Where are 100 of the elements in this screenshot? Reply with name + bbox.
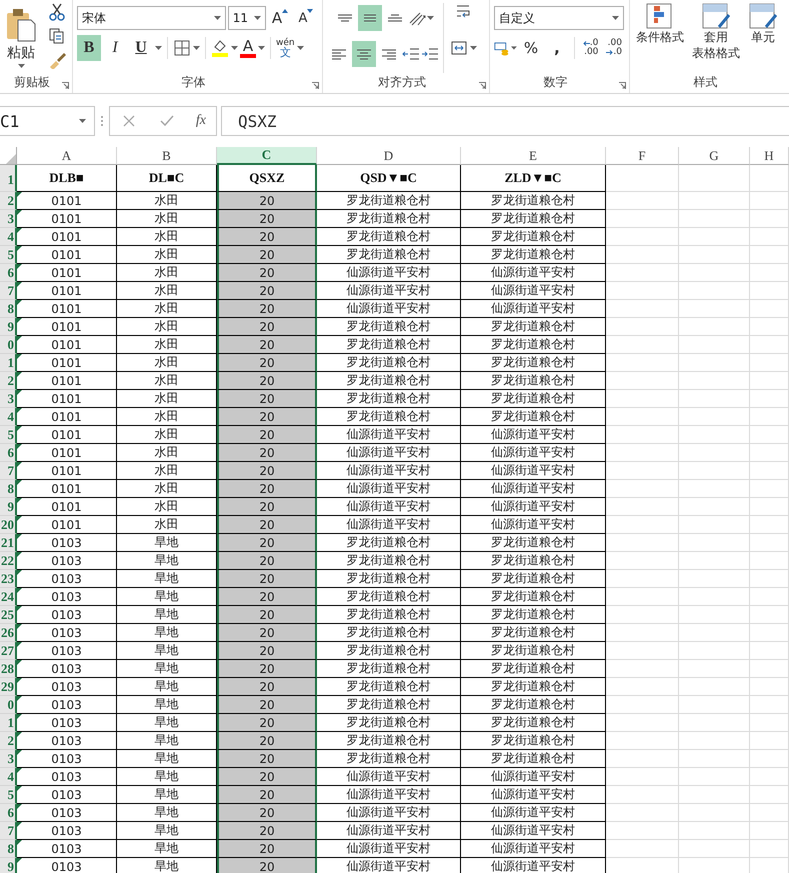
row-header[interactable]: 7 — [0, 462, 17, 480]
column-header[interactable]: C — [217, 147, 317, 165]
italic-button[interactable]: I — [103, 35, 127, 61]
paste-button[interactable]: 粘贴 — [4, 3, 38, 73]
table-cell: 20 — [217, 750, 317, 768]
vertical-align-button[interactable] — [358, 5, 382, 31]
row-header[interactable]: 6 — [0, 264, 17, 282]
bold-button[interactable]: B — [77, 35, 101, 61]
column-header[interactable]: B — [117, 147, 217, 165]
table-cell: 20 — [217, 642, 317, 660]
row-header[interactable]: 2 — [0, 372, 17, 390]
row-header[interactable]: 4 — [0, 408, 17, 426]
row-header[interactable]: 20 — [0, 516, 17, 534]
row-header[interactable]: 23 — [0, 570, 17, 588]
table-cell: 20 — [217, 516, 317, 534]
column-header[interactable]: A — [17, 147, 117, 165]
row-header[interactable]: 25 — [0, 606, 17, 624]
row-header[interactable]: 24 — [0, 588, 17, 606]
name-box[interactable]: C1 — [0, 106, 95, 136]
insert-function-button[interactable]: fx — [196, 113, 206, 129]
table-cell: 0101 — [17, 372, 117, 390]
row-header[interactable]: 3 — [0, 390, 17, 408]
underline-button[interactable]: U — [129, 35, 153, 61]
row-header[interactable]: 1 — [0, 714, 17, 732]
font-size-field[interactable]: 11 — [228, 6, 266, 30]
row-header[interactable]: 6 — [0, 444, 17, 462]
dialog-launcher-icon[interactable] — [312, 82, 319, 89]
table-cell: 20 — [217, 354, 317, 372]
row-header[interactable]: 27 — [0, 642, 17, 660]
row-header[interactable]: 21 — [0, 534, 17, 552]
increase-decimal-button[interactable]: .0 .00 — [580, 39, 602, 57]
table-cell: 罗龙街道粮仓村 — [461, 696, 606, 714]
table-format-button[interactable]: 套用 表格格式 — [690, 3, 742, 73]
row-header[interactable]: 3 — [0, 210, 17, 228]
phonetic-guide-button[interactable]: wén 文 — [276, 38, 295, 58]
column-header[interactable]: E — [461, 147, 606, 165]
shrink-font-button[interactable]: A — [294, 5, 318, 31]
table-cell: 0101 — [17, 354, 117, 372]
font-color-button[interactable]: A — [240, 38, 256, 58]
row-header[interactable]: 8 — [0, 840, 17, 858]
table-cell: 20 — [217, 264, 317, 282]
row-header[interactable]: 8 — [0, 480, 17, 498]
column-header[interactable]: G — [679, 147, 750, 165]
caret-icon — [155, 46, 162, 50]
align-icon — [357, 48, 371, 60]
row-header[interactable]: 4 — [0, 768, 17, 786]
error-indicator-icon — [17, 300, 22, 305]
table-cell: 0103 — [17, 642, 117, 660]
row-header[interactable]: 1 — [0, 165, 17, 192]
row-header[interactable]: 5 — [0, 246, 17, 264]
row-header[interactable]: 5 — [0, 426, 17, 444]
decrease-decimal-button[interactable]: .00 .0 — [603, 39, 625, 57]
error-indicator-icon — [17, 336, 22, 341]
comma-button[interactable]: , — [544, 35, 569, 61]
table-cell: 0101 — [17, 408, 117, 426]
grow-font-button[interactable]: A — [268, 5, 292, 31]
dialog-launcher-icon[interactable] — [619, 82, 626, 89]
row-header[interactable]: 2 — [0, 192, 17, 210]
table-cell: 罗龙街道粮仓村 — [461, 534, 606, 552]
row-header[interactable]: 2 — [0, 732, 17, 750]
row-header[interactable]: 1 — [0, 354, 17, 372]
row-header[interactable]: 26 — [0, 624, 17, 642]
header-cell: ZLD▼■C — [461, 165, 606, 192]
row-header[interactable]: 9 — [0, 318, 17, 336]
align-icon — [362, 14, 376, 22]
row-header[interactable]: 3 — [0, 750, 17, 768]
table-cell: 仙源街道平安村 — [461, 300, 606, 318]
percent-button[interactable]: % — [518, 35, 543, 61]
row-header[interactable]: 5 — [0, 786, 17, 804]
conditional-format-button[interactable]: 条件格式 — [634, 3, 686, 73]
dialog-launcher-icon[interactable] — [62, 82, 69, 89]
row-header[interactable]: 28 — [0, 660, 17, 678]
row-header[interactable]: 8 — [0, 300, 17, 318]
table-cell: 20 — [217, 462, 317, 480]
cell-style-button[interactable]: 单元 — [746, 3, 780, 73]
font-name-field[interactable]: 宋体 — [77, 6, 226, 30]
number-format-field[interactable]: 自定义 — [494, 6, 624, 30]
table-cell: 罗龙街道粮仓村 — [317, 192, 461, 210]
column-header[interactable]: D — [317, 147, 461, 165]
row-header[interactable]: 0 — [0, 336, 17, 354]
row-header[interactable]: 22 — [0, 552, 17, 570]
row-header[interactable]: 29 — [0, 678, 17, 696]
horizontal-align-button[interactable] — [352, 41, 376, 67]
table-cell: 仙源街道平安村 — [461, 498, 606, 516]
row-header[interactable]: 9 — [0, 498, 17, 516]
row-header[interactable]: 0 — [0, 696, 17, 714]
row-header[interactable]: 4 — [0, 228, 17, 246]
column-header[interactable]: H — [750, 147, 789, 165]
column-header[interactable]: F — [606, 147, 679, 165]
table-cell: 0103 — [17, 678, 117, 696]
dialog-launcher-icon[interactable] — [479, 82, 486, 89]
row-header[interactable]: 6 — [0, 804, 17, 822]
table-cell: 20 — [217, 318, 317, 336]
row-header[interactable]: 7 — [0, 282, 17, 300]
row-header[interactable]: 7 — [0, 822, 17, 840]
error-indicator-icon — [17, 498, 22, 503]
formula-field[interactable]: QSXZ — [221, 106, 789, 136]
table-cell: 0103 — [17, 534, 117, 552]
row-header[interactable]: 9 — [0, 858, 17, 873]
clipboard-icon — [6, 8, 36, 42]
